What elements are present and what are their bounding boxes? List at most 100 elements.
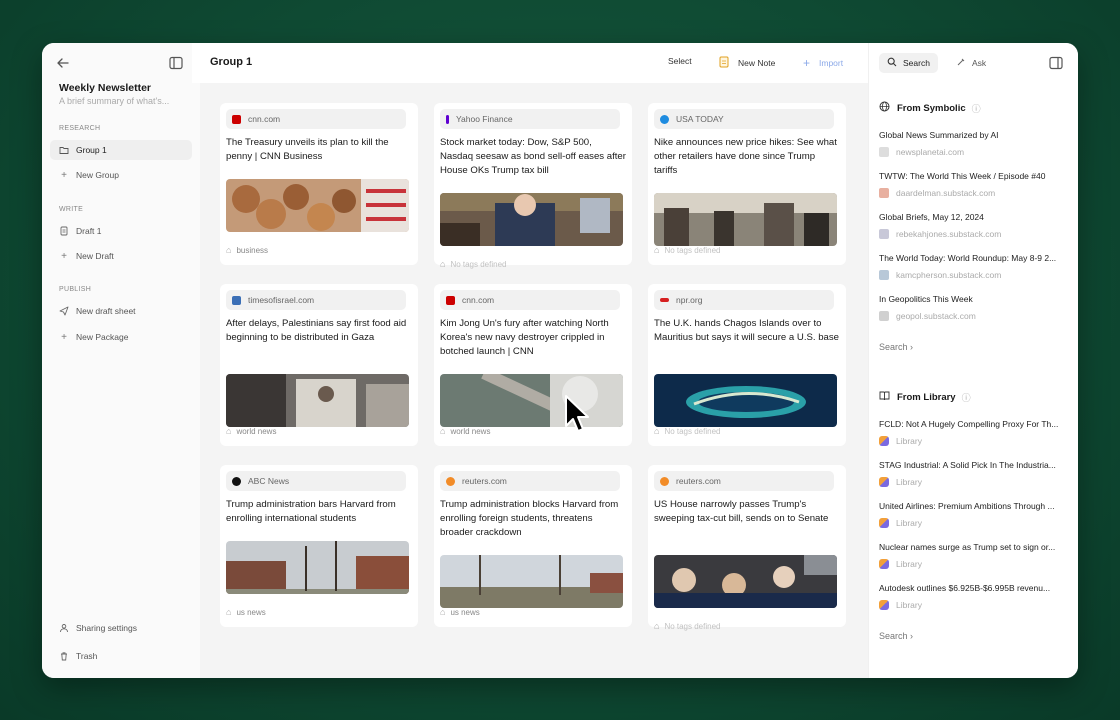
toggle-sidebar-icon[interactable] [168,55,184,71]
sidebar-item-group-1[interactable]: Group 1 [50,140,192,160]
new-package-button[interactable]: + New Package [50,327,192,347]
note-card[interactable]: timesofisrael.com After delays, Palestin… [220,284,418,446]
import-button[interactable]: + Import [803,56,843,70]
select-label: Select [668,56,692,66]
new-note-label: New Note [738,58,776,68]
source-chip: cnn.com [440,290,620,310]
result-source: Library [879,518,1071,528]
library-icon [879,436,889,446]
card-image [440,374,623,427]
source-label: newsplanetai.com [896,147,965,157]
source-label: kamcpherson.substack.com [896,270,1002,280]
globe-icon [879,101,890,115]
sidebar-item-label: New Group [76,170,119,180]
site-favicon-icon [879,270,889,280]
trash-button[interactable]: Trash [50,646,192,666]
library-item[interactable]: Nuclear names surge as Trump set to sign… [879,542,1071,569]
sidebar-item-new-draft-sheet[interactable]: New draft sheet [50,301,192,321]
tag-label: No tags defined [450,259,507,269]
result-source: Library [879,559,1071,569]
tag-icon: ⌂ [440,607,446,617]
chevron-right-icon: › [910,631,914,641]
site-favicon-icon [879,229,889,239]
source-label: rebekahjones.substack.com [896,229,1002,239]
trash-icon [59,651,69,661]
tag-label: world news [236,426,277,436]
source-chip: reuters.com [654,471,834,491]
sidebar-item-draft-1[interactable]: Draft 1 [50,221,192,241]
result-title: The World Today: World Roundup: May 8-9 … [879,253,1057,263]
result-source: rebekahjones.substack.com [879,229,1071,239]
sharing-settings-button[interactable]: Sharing settings [50,618,192,638]
card-tag: ⌂ us news [440,607,480,617]
library-item[interactable]: Autodesk outlines $6.925B-$6.995B revenu… [879,583,1071,610]
toggle-panel-icon[interactable] [1048,55,1064,71]
symbolic-search-link[interactable]: Search › [879,342,913,352]
result-item[interactable]: In Geopolitics This Week geopol.substack… [879,294,1071,321]
note-card[interactable]: Yahoo Finance Stock market today: Dow, S… [434,103,632,269]
card-headline: The U.K. hands Chagos Islands over to Ma… [654,318,840,343]
tab-search[interactable]: Search [879,53,938,73]
result-item[interactable]: Global News Summarized by AI newsplaneta… [879,130,1071,157]
card-headline: The Treasury unveils its plan to kill th… [226,137,389,162]
send-icon [59,306,69,316]
tag-icon: ⌂ [226,245,232,255]
document-icon [59,226,69,236]
card-headline: Stock market today: Dow, S&P 500, Nasdaq… [440,137,626,176]
info-icon[interactable]: ⓘ [972,102,981,115]
note-card[interactable]: ABC News Trump administration bars Harva… [220,465,418,627]
site-favicon-icon [879,311,889,321]
note-card[interactable]: reuters.com US House narrowly passes Tru… [648,465,846,631]
tag-label: us news [236,607,266,617]
result-source: newsplanetai.com [879,147,1071,157]
source-chip: USA TODAY [654,109,834,129]
note-card[interactable]: cnn.com The Treasury unveils its plan to… [220,103,418,265]
result-source: Library [879,436,1071,446]
section-from-symbolic: From Symbolic ⓘ [879,101,981,115]
result-item[interactable]: Global Briefs, May 12, 2024 rebekahjones… [879,212,1071,239]
app-window: Weekly Newsletter A brief summary of wha… [42,43,1078,678]
note-card[interactable]: cnn.com Kim Jong Un's fury after watchin… [434,284,632,446]
source-label: daardelman.substack.com [896,188,996,198]
cnn-favicon-icon [232,114,241,124]
result-item[interactable]: The World Today: World Roundup: May 8-9 … [879,253,1071,280]
card-headline: Nike announces new price hikes: See what… [654,137,837,176]
plus-icon: + [61,331,67,343]
library-item[interactable]: STAG Industrial: A Solid Pick In The Ind… [879,460,1071,487]
new-group-button[interactable]: + New Group [50,165,192,185]
card-image [654,374,837,427]
library-item[interactable]: United Airlines: Premium Ambitions Throu… [879,501,1071,528]
card-headline: Trump administration bars Harvard from e… [226,499,396,524]
notes-grid: cnn.com The Treasury unveils its plan to… [200,83,868,678]
select-button[interactable]: Select [668,56,692,66]
source-label: timesofisrael.com [248,295,315,305]
result-item[interactable]: TWTW: The World This Week / Episode #40 … [879,171,1071,198]
library-search-link[interactable]: Search › [879,631,913,641]
tab-ask[interactable]: Ask [948,53,994,73]
source-chip: ABC News [226,471,406,491]
tag-icon: ⌂ [654,426,660,436]
cnn-favicon-icon [446,295,455,305]
note-card[interactable]: USA TODAY Nike announces new price hikes… [648,103,846,265]
result-source: Library [879,600,1071,610]
info-icon[interactable]: ⓘ [962,391,971,404]
project-title[interactable]: Weekly Newsletter [59,82,151,94]
search-icon [887,57,897,69]
source-label: geopol.substack.com [896,311,976,321]
note-card[interactable]: reuters.com Trump administration blocks … [434,465,632,627]
section-research: RESEARCH [59,125,101,132]
result-title: Global Briefs, May 12, 2024 [879,212,984,222]
library-item[interactable]: FCLD: Not A Hugely Compelling Proxy For … [879,419,1071,446]
back-arrow-icon[interactable] [55,55,71,71]
note-icon [719,56,729,70]
source-label: Library [896,559,922,569]
reuters-favicon-icon [660,476,669,486]
result-title: Global News Summarized by AI [879,130,999,140]
source-label: Library [896,477,922,487]
tag-icon: ⌂ [440,426,446,436]
result-title: Nuclear names surge as Trump set to sign… [879,542,1056,552]
new-note-button[interactable]: New Note [719,56,775,70]
note-card[interactable]: npr.org The U.K. hands Chagos Islands ov… [648,284,846,446]
new-draft-button[interactable]: + New Draft [50,246,192,266]
plus-icon: + [803,56,811,70]
